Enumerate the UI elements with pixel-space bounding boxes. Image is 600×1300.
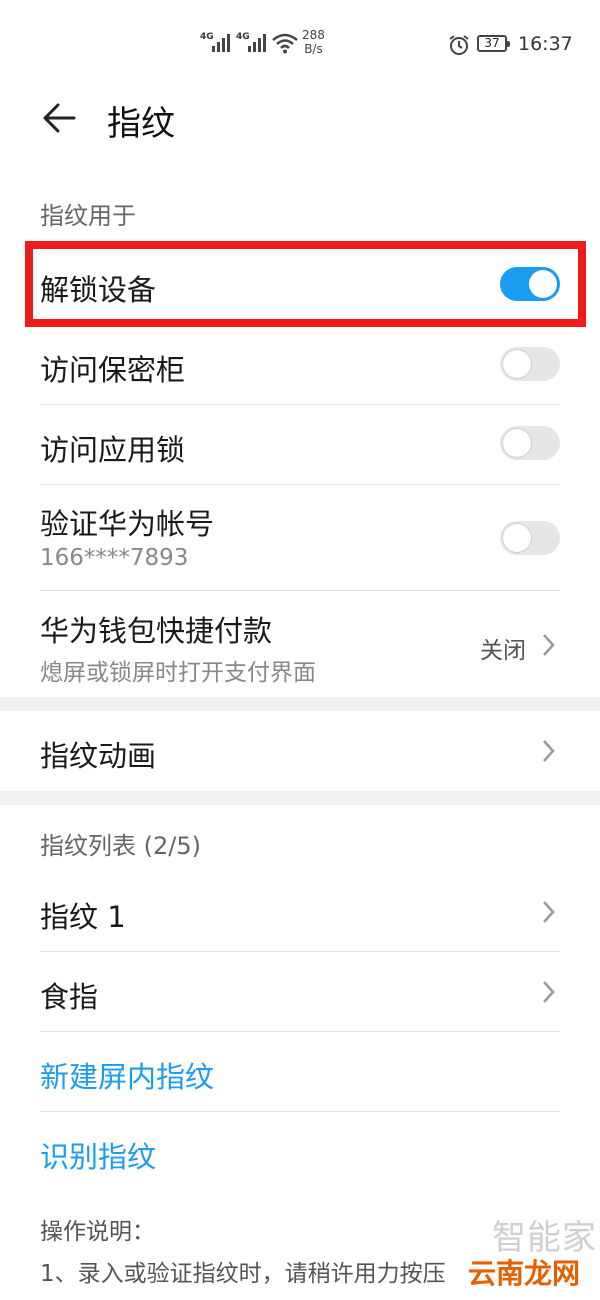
fingerprint-item-row[interactable]: 指纹 1 bbox=[0, 872, 600, 952]
row-title: 指纹 1 bbox=[40, 900, 126, 934]
toggle-knob bbox=[503, 429, 531, 457]
wifi-icon bbox=[272, 33, 298, 54]
fingerprint-animation-row[interactable]: 指纹动画 bbox=[0, 711, 600, 791]
toggle-knob bbox=[503, 524, 531, 552]
chevron-right-icon bbox=[543, 634, 555, 656]
toggle-knob bbox=[503, 350, 531, 378]
signal-icon-2 bbox=[248, 34, 266, 52]
back-arrow-icon[interactable] bbox=[40, 100, 80, 136]
highlight-box bbox=[25, 241, 586, 327]
speed-unit: B/s bbox=[304, 42, 323, 56]
network-speed: 288 B/s bbox=[302, 28, 325, 56]
add-fingerprint-link[interactable]: 新建屏内指纹 bbox=[40, 1054, 214, 1096]
row-title: 华为钱包快捷付款 bbox=[40, 614, 273, 648]
divider bbox=[40, 1031, 560, 1032]
row-value: 关闭 bbox=[480, 638, 526, 664]
status-bar: 4G 4G 288 B/s 37 16:37 bbox=[0, 0, 600, 90]
chevron-right-icon bbox=[543, 740, 555, 762]
signal-icon-1 bbox=[212, 34, 230, 52]
huawei-account-toggle[interactable] bbox=[500, 521, 560, 555]
instructions-heading: 操作说明： bbox=[40, 1219, 155, 1245]
identify-fingerprint-link[interactable]: 识别指纹 bbox=[40, 1134, 156, 1176]
app-lock-toggle[interactable] bbox=[500, 426, 560, 460]
app-lock-row[interactable]: 访问应用锁 bbox=[0, 405, 600, 485]
row-title: 访问保密柜 bbox=[40, 353, 186, 387]
row-subtitle: 熄屏或锁屏时打开支付界面 bbox=[40, 660, 316, 686]
watermark-bottom: 云南龙网 bbox=[462, 1252, 587, 1292]
section-label-list: 指纹列表 (2/5) bbox=[40, 832, 201, 860]
row-subtitle: 166****7893 bbox=[40, 545, 189, 571]
instructions-line: 1、录入或验证指纹时，请稍许用力按压 bbox=[40, 1261, 446, 1287]
section-gap bbox=[0, 697, 600, 711]
safe-access-toggle[interactable] bbox=[500, 347, 560, 381]
row-title: 食指 bbox=[40, 980, 99, 1014]
section-gap bbox=[0, 791, 600, 805]
row-title: 验证华为帐号 bbox=[40, 507, 215, 541]
chevron-right-icon bbox=[543, 901, 555, 923]
clock: 16:37 bbox=[518, 33, 573, 55]
fingerprint-item-row[interactable]: 食指 bbox=[0, 952, 600, 1032]
alarm-icon bbox=[449, 35, 469, 55]
row-title: 指纹动画 bbox=[40, 739, 157, 773]
chevron-right-icon bbox=[543, 981, 555, 1003]
wallet-pay-row[interactable]: 华为钱包快捷付款 熄屏或锁屏时打开支付界面 关闭 bbox=[0, 591, 600, 697]
page-title: 指纹 bbox=[107, 104, 175, 144]
huawei-account-row[interactable]: 验证华为帐号 166****7893 bbox=[0, 485, 600, 590]
battery-icon: 37 bbox=[477, 35, 510, 52]
row-title: 访问应用锁 bbox=[40, 433, 186, 467]
divider bbox=[40, 1111, 560, 1112]
safe-access-row[interactable]: 访问保密柜 bbox=[0, 325, 600, 405]
speed-value: 288 bbox=[302, 28, 325, 42]
section-label-usage: 指纹用于 bbox=[40, 202, 136, 230]
